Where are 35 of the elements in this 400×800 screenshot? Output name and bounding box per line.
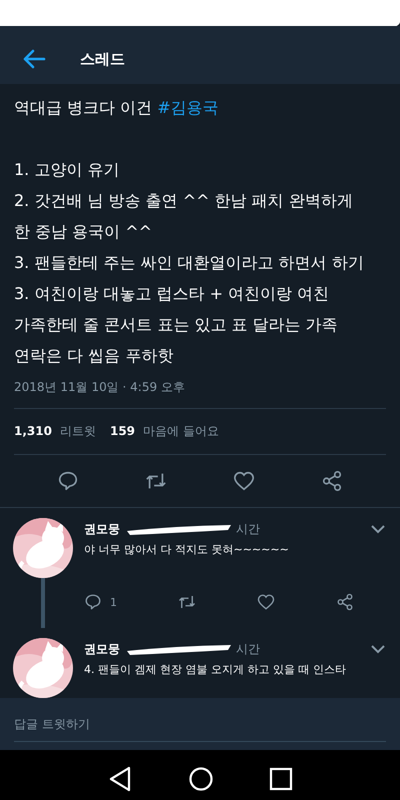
heart-icon[interactable] bbox=[233, 470, 255, 492]
timestamp: 2018년 11월 10일 · 4:59 오후 bbox=[14, 379, 186, 396]
chevron-down-icon[interactable] bbox=[370, 524, 386, 534]
tweet-text-line: 3. 여친이랑 대놓고 럽스타 + 여친이랑 여친 bbox=[14, 283, 330, 305]
tweet-text-line: 1. 고양이 유기 bbox=[14, 159, 120, 181]
tweet-text-line: 가족한테 줄 콘서트 표는 있고 표 달라는 가족 bbox=[14, 314, 339, 336]
tweet-text-line: 2. 갓건배 님 방송 출연 ^^ 한남 패치 완벽하게 bbox=[14, 190, 354, 212]
user-name: 권모뭉 bbox=[84, 640, 120, 658]
retweet-label: 리트윗 bbox=[60, 423, 96, 440]
tweet-text-line: 3. 팬들한테 주는 싸인 대환열이라고 하면서 하기 bbox=[14, 252, 365, 274]
hashtag-link[interactable]: #김용국 bbox=[157, 98, 219, 117]
reply-input-field[interactable]: 답글 트윗하기 bbox=[0, 698, 400, 750]
tweet-headline: 역대급 병크다 이건 #김용국 bbox=[14, 97, 220, 119]
home-circle-icon[interactable] bbox=[188, 766, 214, 792]
reply-count: 1 bbox=[110, 596, 117, 608]
heart-icon[interactable] bbox=[257, 593, 275, 611]
reply-icon[interactable] bbox=[57, 470, 79, 492]
chevron-down-icon[interactable] bbox=[370, 644, 386, 654]
reply-time: 시간 bbox=[236, 520, 260, 538]
tweet-text-line: 연락은 다 씹음 푸하핫 bbox=[14, 345, 174, 367]
tweet-text-line: 한 중남 용국이 ^^ bbox=[14, 221, 154, 243]
retweet-icon[interactable] bbox=[178, 593, 196, 611]
reply-text: 4. 팬들이 겜제 현장 염불 오지게 하고 있을 때 인스타 bbox=[84, 662, 347, 677]
screen-title: 스레드 bbox=[80, 50, 125, 68]
like-label: 마음에 들어요 bbox=[143, 423, 219, 440]
reply-text: 야 너무 많아서 다 적지도 못혀~~~~~~ bbox=[84, 542, 290, 557]
recents-square-icon[interactable] bbox=[268, 767, 293, 791]
user-name: 권모뭉 bbox=[84, 520, 120, 538]
reply-icon[interactable] bbox=[84, 593, 102, 611]
retweet-count: 1,310 bbox=[14, 424, 52, 438]
share-icon[interactable] bbox=[336, 593, 354, 611]
back-arrow-icon bbox=[22, 49, 46, 69]
share-icon[interactable] bbox=[321, 470, 343, 492]
reply-time: 시간 bbox=[236, 640, 260, 658]
like-count: 159 bbox=[110, 424, 136, 438]
